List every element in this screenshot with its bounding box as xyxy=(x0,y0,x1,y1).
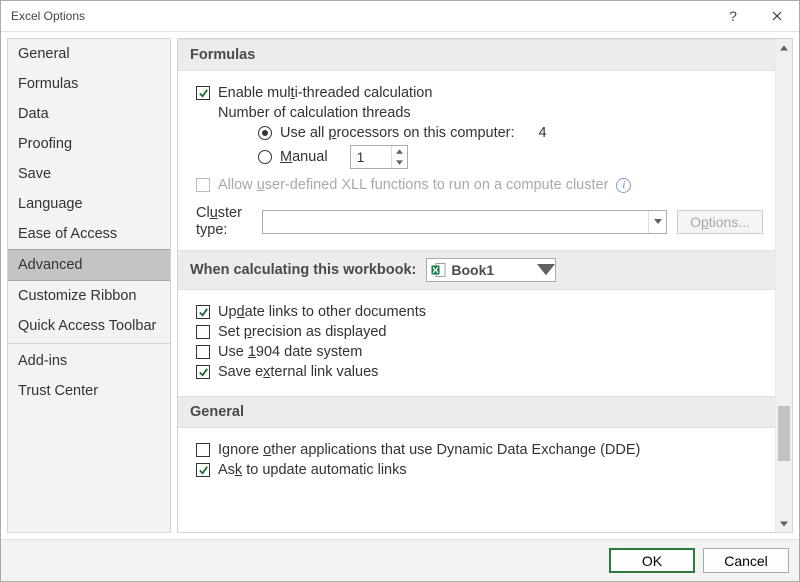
sidebar-item-add-ins[interactable]: Add-ins xyxy=(8,346,170,376)
sidebar-item-formulas[interactable]: Formulas xyxy=(8,69,170,99)
window-title: Excel Options xyxy=(11,9,85,23)
cluster-type-label: Cluster type: xyxy=(196,205,252,238)
info-icon[interactable]: i xyxy=(616,178,631,193)
ignore-dde-label: Ignore other applications that use Dynam… xyxy=(218,442,640,458)
section-formulas-title: Formulas xyxy=(190,47,255,63)
scroll-thumb[interactable] xyxy=(778,406,790,461)
sidebar-item-trust-center[interactable]: Trust Center xyxy=(8,376,170,406)
manual-threads-value: 1 xyxy=(351,149,391,165)
manual-threads-spinner[interactable]: 1 xyxy=(350,145,408,169)
use-1904-label: Use 1904 date system xyxy=(218,344,362,360)
sidebar-item-general[interactable]: General xyxy=(8,39,170,69)
calc-threads-label: Number of calculation threads xyxy=(218,105,411,121)
set-precision-label: Set precision as displayed xyxy=(218,324,386,340)
enable-multithread-checkbox[interactable] xyxy=(196,86,210,100)
spinner-up-icon[interactable] xyxy=(391,146,407,157)
section-calc-workbook-title: When calculating this workbook: xyxy=(190,262,416,278)
excel-file-icon xyxy=(431,262,447,278)
workbook-selector[interactable]: Book1 xyxy=(426,258,556,282)
save-external-label: Save external link values xyxy=(218,364,378,380)
cluster-type-combo[interactable] xyxy=(262,210,667,234)
ask-update-links-label: Ask to update automatic links xyxy=(218,462,407,478)
use-all-processors-label: Use all processors on this computer: xyxy=(280,125,515,141)
sidebar-item-data[interactable]: Data xyxy=(8,99,170,129)
set-precision-checkbox[interactable] xyxy=(196,325,210,339)
sidebar-separator xyxy=(8,343,170,344)
cancel-button[interactable]: Cancel xyxy=(703,548,789,573)
close-button[interactable] xyxy=(755,1,799,31)
processor-count: 4 xyxy=(539,125,547,141)
options-content: Formulas Enable multi-threaded calculati… xyxy=(178,39,775,532)
sidebar-item-language[interactable]: Language xyxy=(8,189,170,219)
chevron-down-icon[interactable] xyxy=(648,211,666,233)
update-links-checkbox[interactable] xyxy=(196,305,210,319)
sidebar-item-advanced[interactable]: Advanced xyxy=(8,249,170,281)
sidebar-item-customize-ribbon[interactable]: Customize Ribbon xyxy=(8,281,170,311)
sidebar-item-ease-of-access[interactable]: Ease of Access xyxy=(8,219,170,249)
manual-threads-label: Manual xyxy=(280,149,328,165)
ok-button[interactable]: OK xyxy=(609,548,695,573)
chevron-down-icon[interactable] xyxy=(537,259,555,281)
vertical-scrollbar[interactable] xyxy=(775,39,792,532)
allow-xll-cluster-label: Allow user-defined XLL functions to run … xyxy=(218,177,608,193)
sidebar-item-quick-access-toolbar[interactable]: Quick Access Toolbar xyxy=(8,311,170,341)
dialog-footer: OK Cancel xyxy=(1,539,799,581)
enable-multithread-label: Enable multi-threaded calculation xyxy=(218,85,432,101)
scroll-up-icon[interactable] xyxy=(776,39,792,56)
section-general-header: General xyxy=(178,396,775,428)
section-formulas-header: Formulas xyxy=(178,39,775,71)
help-button[interactable]: ? xyxy=(711,1,755,31)
sidebar-item-proofing[interactable]: Proofing xyxy=(8,129,170,159)
sidebar-item-save[interactable]: Save xyxy=(8,159,170,189)
ignore-dde-checkbox[interactable] xyxy=(196,443,210,457)
section-general-title: General xyxy=(190,404,244,420)
titlebar: Excel Options ? xyxy=(1,1,799,31)
section-calc-workbook-header: When calculating this workbook: Book1 xyxy=(178,250,775,290)
ask-update-links-checkbox[interactable] xyxy=(196,463,210,477)
manual-threads-radio[interactable] xyxy=(258,150,272,164)
category-sidebar: GeneralFormulasDataProofingSaveLanguageE… xyxy=(7,38,171,533)
workbook-name: Book1 xyxy=(451,262,537,278)
scroll-down-icon[interactable] xyxy=(776,515,792,532)
spinner-down-icon[interactable] xyxy=(391,157,407,168)
scroll-track[interactable] xyxy=(776,56,792,515)
excel-options-dialog: Excel Options ? GeneralFormulasDataProof… xyxy=(0,0,800,582)
allow-xll-cluster-checkbox xyxy=(196,178,210,192)
update-links-label: Update links to other documents xyxy=(218,304,426,320)
cluster-options-button: Options... xyxy=(677,210,763,234)
save-external-checkbox[interactable] xyxy=(196,365,210,379)
use-all-processors-radio[interactable] xyxy=(258,126,272,140)
use-1904-checkbox[interactable] xyxy=(196,345,210,359)
